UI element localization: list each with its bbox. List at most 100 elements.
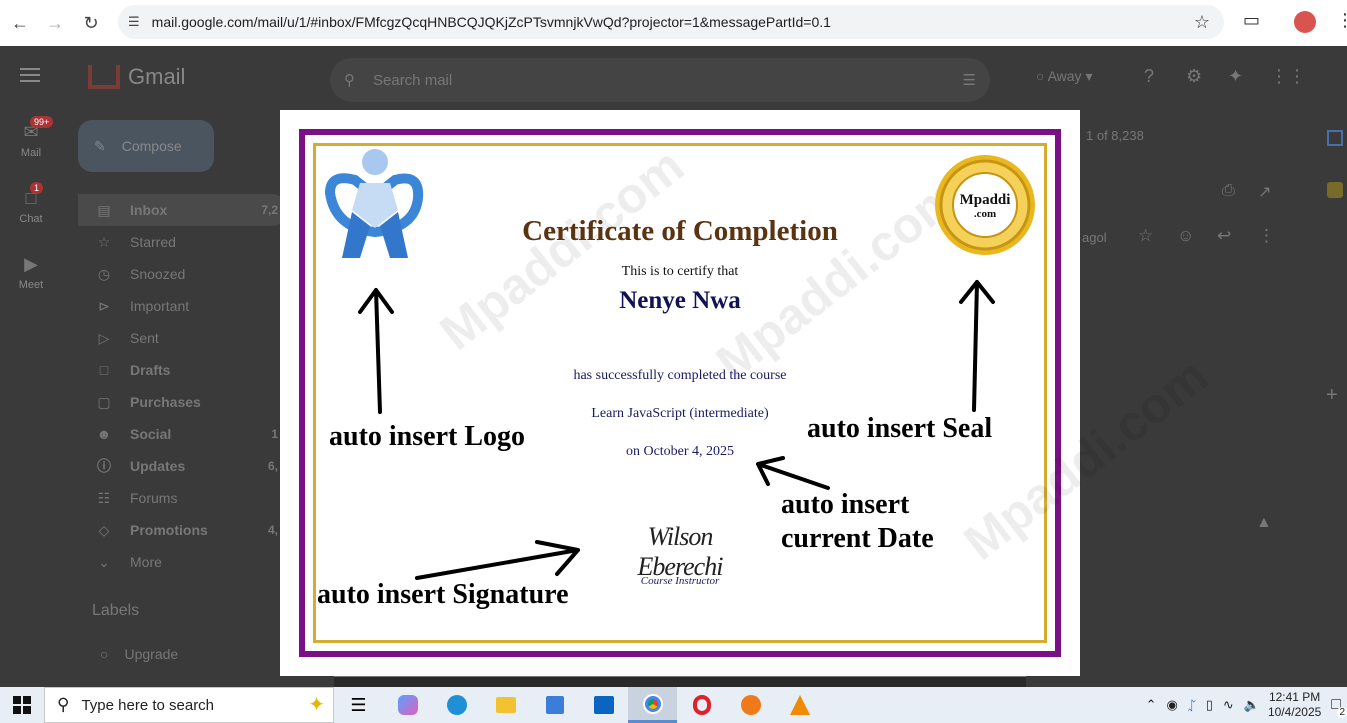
folder-more[interactable]: ⌄ More — [78, 546, 288, 578]
more-options-icon[interactable]: ⋮ — [1258, 226, 1275, 246]
star-message-icon[interactable]: ☆ — [1138, 226, 1153, 246]
search-icon[interactable]: ⚲ — [344, 71, 355, 89]
opera-icon[interactable] — [677, 687, 726, 723]
upgrade-button[interactable]: ○ Upgrade — [100, 646, 178, 662]
volume-icon[interactable]: 🔈 — [1244, 697, 1260, 713]
folder-count: 6, — [267, 459, 278, 473]
folder-starred[interactable]: ☆ Starred — [78, 226, 288, 258]
print-icon[interactable]: ⎙ — [1222, 182, 1235, 200]
taskbar-search-input[interactable]: ⚲ Type here to search ✦ — [44, 687, 334, 723]
search-options-icon[interactable]: ☰ — [963, 71, 976, 89]
copilot-icon[interactable] — [383, 687, 432, 723]
rail-mail[interactable]: ✉ 99+ Mail — [0, 116, 62, 182]
start-button[interactable] — [0, 687, 44, 723]
folder-purchases[interactable]: ▢ Purchases — [78, 386, 288, 418]
rail-mail-label: Mail — [20, 147, 42, 159]
folder-label: Promotions — [130, 522, 208, 538]
site-settings-icon[interactable]: ☰ — [128, 14, 140, 30]
search-icon: ⚲ — [57, 695, 70, 714]
folder-inbox[interactable]: ▤ Inbox 7,2 — [78, 194, 288, 226]
gmail-header: Gmail ⚲ Search mail ☰ ○ Away ▾ ? ⚙ ✦ ⋮⋮ — [0, 46, 1347, 110]
folder-drafts[interactable]: □ Drafts — [78, 354, 288, 386]
folder-count: 1 — [271, 427, 278, 441]
edge-icon[interactable] — [432, 687, 481, 723]
drive-icon[interactable]: ▲ — [1256, 514, 1272, 532]
profile-avatar[interactable] — [1294, 11, 1316, 33]
notifications-icon[interactable]: □ 2 — [1331, 696, 1347, 718]
seal-brand: Mpaddi — [959, 192, 1011, 208]
main-menu-icon[interactable] — [20, 68, 40, 82]
rail-chat-label: Chat — [19, 213, 43, 225]
folder-social[interactable]: ☻ Social 1 — [78, 418, 288, 450]
vlc-icon[interactable] — [775, 687, 824, 723]
folder-sent[interactable]: ▷ Sent — [78, 322, 288, 354]
important-icon: ⊳ — [98, 297, 110, 314]
add-addon-icon[interactable]: + — [1326, 384, 1338, 407]
bluetooth-icon[interactable]: ᛢ — [1188, 698, 1196, 713]
browser-menu-icon[interactable]: ⋮ — [1336, 10, 1347, 31]
reply-icon[interactable]: ↩ — [1217, 226, 1231, 246]
battery-icon[interactable]: ▯ — [1206, 697, 1213, 713]
outlook-icon[interactable] — [579, 687, 628, 723]
chrome-icon[interactable] — [628, 687, 677, 723]
chat-icon: □ 1 — [0, 182, 62, 209]
extensions-icon[interactable]: ▭ — [1243, 10, 1260, 31]
gmail-logo[interactable]: Gmail — [88, 64, 185, 90]
annotation-signature: auto insert Signature — [317, 579, 569, 610]
folder-label: Snoozed — [130, 266, 186, 282]
completion-text: has successfully completed the course — [573, 368, 787, 383]
rail-chat[interactable]: □ 1 Chat — [0, 182, 62, 248]
calendar-icon[interactable] — [1327, 130, 1343, 146]
apps-grid-icon[interactable]: ⋮⋮ — [1270, 66, 1306, 87]
taskbar-search-placeholder: Type here to search — [81, 696, 215, 714]
folder-updates[interactable]: ⓘ Updates 6, — [78, 450, 288, 482]
upgrade-label: Upgrade — [124, 646, 179, 662]
bookmark-star-icon[interactable]: ☆ — [1194, 12, 1210, 33]
annotation-date-line1: auto insert — [781, 489, 910, 520]
pagination-text: 1 of 8,238 — [1086, 128, 1144, 143]
task-view-icon[interactable]: ☰ — [334, 687, 383, 723]
upgrade-icon: ○ — [100, 646, 109, 662]
tag-icon: ◇ — [98, 521, 110, 538]
show-hidden-icons-icon[interactable]: ⌃ — [1146, 697, 1157, 713]
windows-logo-icon — [13, 696, 31, 714]
keep-icon[interactable] — [1327, 182, 1343, 198]
settings-gear-icon[interactable]: ⚙ — [1186, 66, 1202, 87]
emoji-react-icon[interactable]: ☺ — [1177, 226, 1194, 246]
status-label: Away — [1047, 68, 1082, 84]
gemini-sparkle-icon[interactable]: ✦ — [1228, 66, 1243, 87]
help-icon[interactable]: ? — [1144, 66, 1154, 87]
clock-icon: ◷ — [97, 265, 111, 282]
folder-snoozed[interactable]: ◷ Snoozed — [78, 258, 288, 290]
folder-label: Important — [130, 298, 190, 314]
microsoft-store-icon[interactable] — [530, 687, 579, 723]
taskbar-clock[interactable]: 12:41 PM 10/4/2025 — [1268, 690, 1321, 720]
folder-list: ▤ Inbox 7,2 ☆ Starred ◷ Snoozed ⊳ Important ▷… — [78, 194, 288, 578]
forward-arrow-icon[interactable]: → — [37, 5, 73, 41]
back-arrow-icon[interactable]: ← — [2, 5, 38, 41]
folder-important[interactable]: ⊳ Important — [78, 290, 288, 322]
open-new-window-icon[interactable]: ↗ — [1258, 182, 1271, 202]
people-icon: ☻ — [96, 426, 112, 442]
info-icon: ⓘ — [97, 458, 111, 474]
file-explorer-icon[interactable] — [481, 687, 530, 723]
folder-promotions[interactable]: ◇ Promotions 4, — [78, 514, 288, 546]
firefox-icon[interactable] — [726, 687, 775, 723]
clock-time: 12:41 PM — [1268, 690, 1321, 704]
meet-now-icon[interactable]: ◉ — [1167, 697, 1178, 713]
annotation-date-line2: current Date — [781, 523, 934, 554]
folder-forums[interactable]: ☷ Forums — [78, 482, 288, 514]
compose-button[interactable]: ✎ Compose — [78, 120, 214, 172]
rail-meet[interactable]: ▶ Meet — [0, 248, 62, 314]
reload-icon[interactable]: ↻ — [73, 5, 109, 41]
status-selector[interactable]: ○ Away ▾ — [1036, 68, 1092, 85]
mail-search-input[interactable]: ⚲ Search mail ☰ — [330, 58, 990, 102]
search-highlight-icon: ✦ — [308, 694, 325, 716]
browser-toolbar: ← → ↻ ☰ mail.google.com/mail/u/1/#inbox/… — [0, 0, 1347, 46]
instructor-signature: Wilson Eberechi — [637, 522, 724, 581]
address-bar[interactable]: ☰ mail.google.com/mail/u/1/#inbox/FMfcgz… — [118, 5, 1224, 39]
certify-text: This is to certify that — [621, 264, 739, 279]
wifi-icon[interactable]: ∿ — [1223, 697, 1234, 713]
labels-heading: Labels — [92, 602, 140, 619]
recipient-name: Nenye Nwa — [619, 287, 741, 314]
